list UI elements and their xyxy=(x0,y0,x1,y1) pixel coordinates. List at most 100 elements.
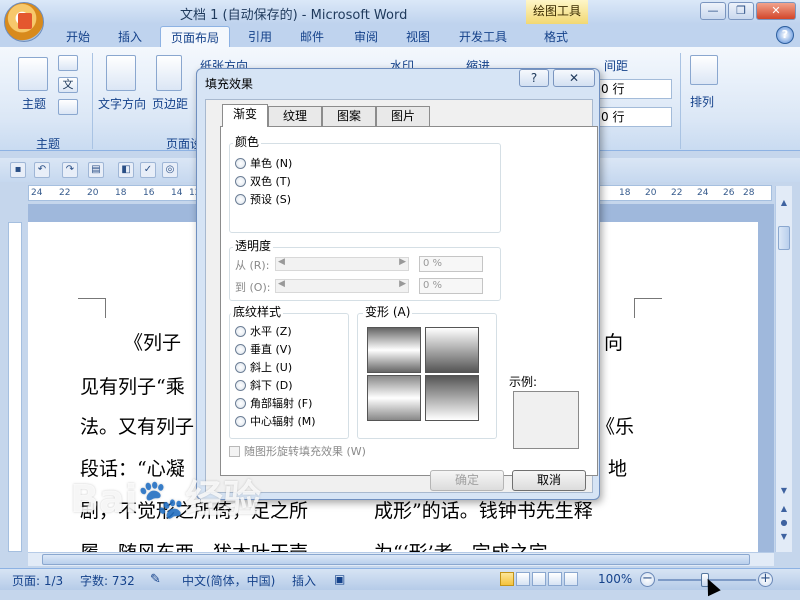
spacing-label: 间距 xyxy=(604,59,629,73)
next-page-icon[interactable]: ▼ xyxy=(778,532,790,544)
help-icon[interactable]: ? xyxy=(776,26,794,44)
arrange-button[interactable]: 排列 xyxy=(690,93,714,110)
transparency-label: 透明度 xyxy=(233,237,274,254)
tab-home[interactable]: 开始 xyxy=(56,26,100,48)
radio-button-icon xyxy=(235,361,246,373)
restore-button[interactable]: ❐ xyxy=(728,2,754,20)
radio-from-corner[interactable]: 角部辐射 (F) xyxy=(235,395,312,411)
ok-button[interactable]: 确定 xyxy=(430,470,504,491)
draw-table-icon[interactable]: ◎ xyxy=(162,162,178,178)
document-icon[interactable]: ▤ xyxy=(88,162,104,178)
tab-picture[interactable]: 图片 xyxy=(376,106,430,126)
gradient-tab-panel: 颜色 单色 (N) 双色 (T) 预设 (S) 透明度 从 (R): ◀ ▶ 0 … xyxy=(220,126,598,476)
tab-pattern[interactable]: 图案 xyxy=(322,106,376,126)
transparency-from-input[interactable]: 0 % xyxy=(419,256,483,272)
theme-effects-icon[interactable] xyxy=(58,99,78,115)
slider-left-arrow-icon: ◀ xyxy=(278,279,285,289)
text-direction-icon[interactable] xyxy=(106,55,136,91)
print-layout-view-icon[interactable] xyxy=(500,572,514,586)
transparency-to-input[interactable]: 0 % xyxy=(419,278,483,294)
ruler-tick: 20 xyxy=(645,188,657,198)
horizontal-scroll-thumb[interactable] xyxy=(42,554,750,565)
dialog-help-button[interactable]: ? xyxy=(519,69,549,87)
spacing-before-input[interactable]: 0 行 xyxy=(596,79,672,99)
office-button[interactable] xyxy=(4,2,44,42)
tab-gradient[interactable]: 渐变 xyxy=(222,104,268,127)
save-icon[interactable]: ▪ xyxy=(10,162,26,178)
outline-view-icon[interactable] xyxy=(548,572,562,586)
insert-mode[interactable]: 插入 xyxy=(292,572,316,589)
vertical-ruler[interactable] xyxy=(8,222,22,552)
gradient-variant-3[interactable] xyxy=(367,375,421,421)
theme-icon[interactable] xyxy=(18,57,48,91)
zoom-level[interactable]: 100% xyxy=(598,572,632,586)
margin-corner-mark xyxy=(78,298,106,318)
margins-button[interactable]: 页边距 xyxy=(152,95,188,112)
theme-colors-icon[interactable] xyxy=(58,55,78,71)
full-screen-reading-view-icon[interactable] xyxy=(516,572,530,586)
slider-right-arrow-icon: ▶ xyxy=(399,279,406,289)
ruler-tick: 24 xyxy=(697,188,709,198)
undo-icon[interactable]: ↶ xyxy=(34,162,50,178)
draft-view-icon[interactable] xyxy=(564,572,578,586)
radio-one-color[interactable]: 单色 (N) xyxy=(235,155,292,171)
radio-vertical[interactable]: 垂直 (V) xyxy=(235,341,292,357)
tab-texture[interactable]: 纹理 xyxy=(268,106,322,126)
baidu-watermark-url: jingyan.baidu.com xyxy=(100,520,248,539)
previous-page-icon[interactable]: ▲ xyxy=(778,504,790,516)
web-layout-view-icon[interactable] xyxy=(532,572,546,586)
spelling-icon[interactable]: ✓ xyxy=(140,162,156,178)
language-indicator[interactable]: 中文(简体，中国) xyxy=(182,572,275,589)
radio-horizontal[interactable]: 水平 (Z) xyxy=(235,323,292,339)
theme-fonts-icon[interactable]: 文 xyxy=(58,77,78,93)
tab-references[interactable]: 引用 xyxy=(238,26,282,48)
document-text-line: 《列子 xyxy=(124,332,182,354)
vertical-scroll-thumb[interactable] xyxy=(778,226,790,250)
horizontal-scrollbar[interactable] xyxy=(28,552,774,566)
macro-record-icon[interactable]: ▣ xyxy=(334,572,345,586)
zoom-out-icon[interactable]: − xyxy=(640,572,655,587)
gradient-variant-4[interactable] xyxy=(425,375,479,421)
text-direction-button[interactable]: 文字方向 xyxy=(98,95,146,112)
tab-view[interactable]: 视图 xyxy=(396,26,440,48)
redo-icon[interactable]: ↷ xyxy=(62,162,78,178)
word-logo-icon xyxy=(18,13,32,29)
spelling-status-icon[interactable]: ✎ xyxy=(150,572,161,587)
theme-group-label: 主题 xyxy=(36,137,61,151)
zoom-in-icon[interactable]: + xyxy=(758,572,773,587)
word-count[interactable]: 字数: 732 xyxy=(80,572,135,589)
radio-diagonal-down[interactable]: 斜下 (D) xyxy=(235,377,293,393)
spacing-after-input[interactable]: 0 行 xyxy=(596,107,672,127)
transparency-from-slider[interactable]: ◀ ▶ xyxy=(275,257,409,271)
radio-preset[interactable]: 预设 (S) xyxy=(235,191,291,207)
dialog-close-button[interactable]: ✕ xyxy=(553,69,595,87)
browse-object-icon[interactable]: ● xyxy=(778,518,790,530)
transparency-to-slider[interactable]: ◀ ▶ xyxy=(275,279,409,293)
radio-from-center[interactable]: 中心辐射 (M) xyxy=(235,413,316,429)
vertical-scrollbar[interactable]: ▲ ▼ ▲ ● ▼ xyxy=(775,186,792,552)
radio-diagonal-up[interactable]: 斜上 (U) xyxy=(235,359,292,375)
gradient-variant-1[interactable] xyxy=(367,327,421,373)
page-indicator[interactable]: 页面: 1/3 xyxy=(12,572,63,589)
cancel-button[interactable]: 取消 xyxy=(512,470,586,491)
radio-two-colors[interactable]: 双色 (T) xyxy=(235,173,291,189)
shading-styles-label: 底纹样式 xyxy=(231,303,284,320)
ruler-tick: 24 xyxy=(31,188,43,198)
print-preview-icon[interactable]: ◧ xyxy=(118,162,134,178)
margins-icon[interactable] xyxy=(156,55,182,91)
tab-format[interactable]: 格式 xyxy=(530,26,582,48)
radio-label: 单色 (N) xyxy=(250,157,293,170)
ribbon-separator xyxy=(92,53,93,149)
arrange-icon[interactable] xyxy=(690,55,718,85)
scroll-down-icon[interactable]: ▼ xyxy=(778,486,790,498)
scroll-up-icon[interactable]: ▲ xyxy=(778,198,790,210)
rotate-with-shape-checkbox[interactable]: 随图形旋转填充效果 (W) xyxy=(229,443,366,459)
tab-developer[interactable]: 开发工具 xyxy=(450,26,516,48)
tab-page-layout[interactable]: 页面布局 xyxy=(160,26,230,48)
tab-review[interactable]: 审阅 xyxy=(344,26,388,48)
close-window-button[interactable]: ✕ xyxy=(756,2,796,20)
tab-mailings[interactable]: 邮件 xyxy=(290,26,334,48)
minimize-button[interactable]: — xyxy=(700,2,726,20)
tab-insert[interactable]: 插入 xyxy=(108,26,152,48)
gradient-variant-2[interactable] xyxy=(425,327,479,373)
